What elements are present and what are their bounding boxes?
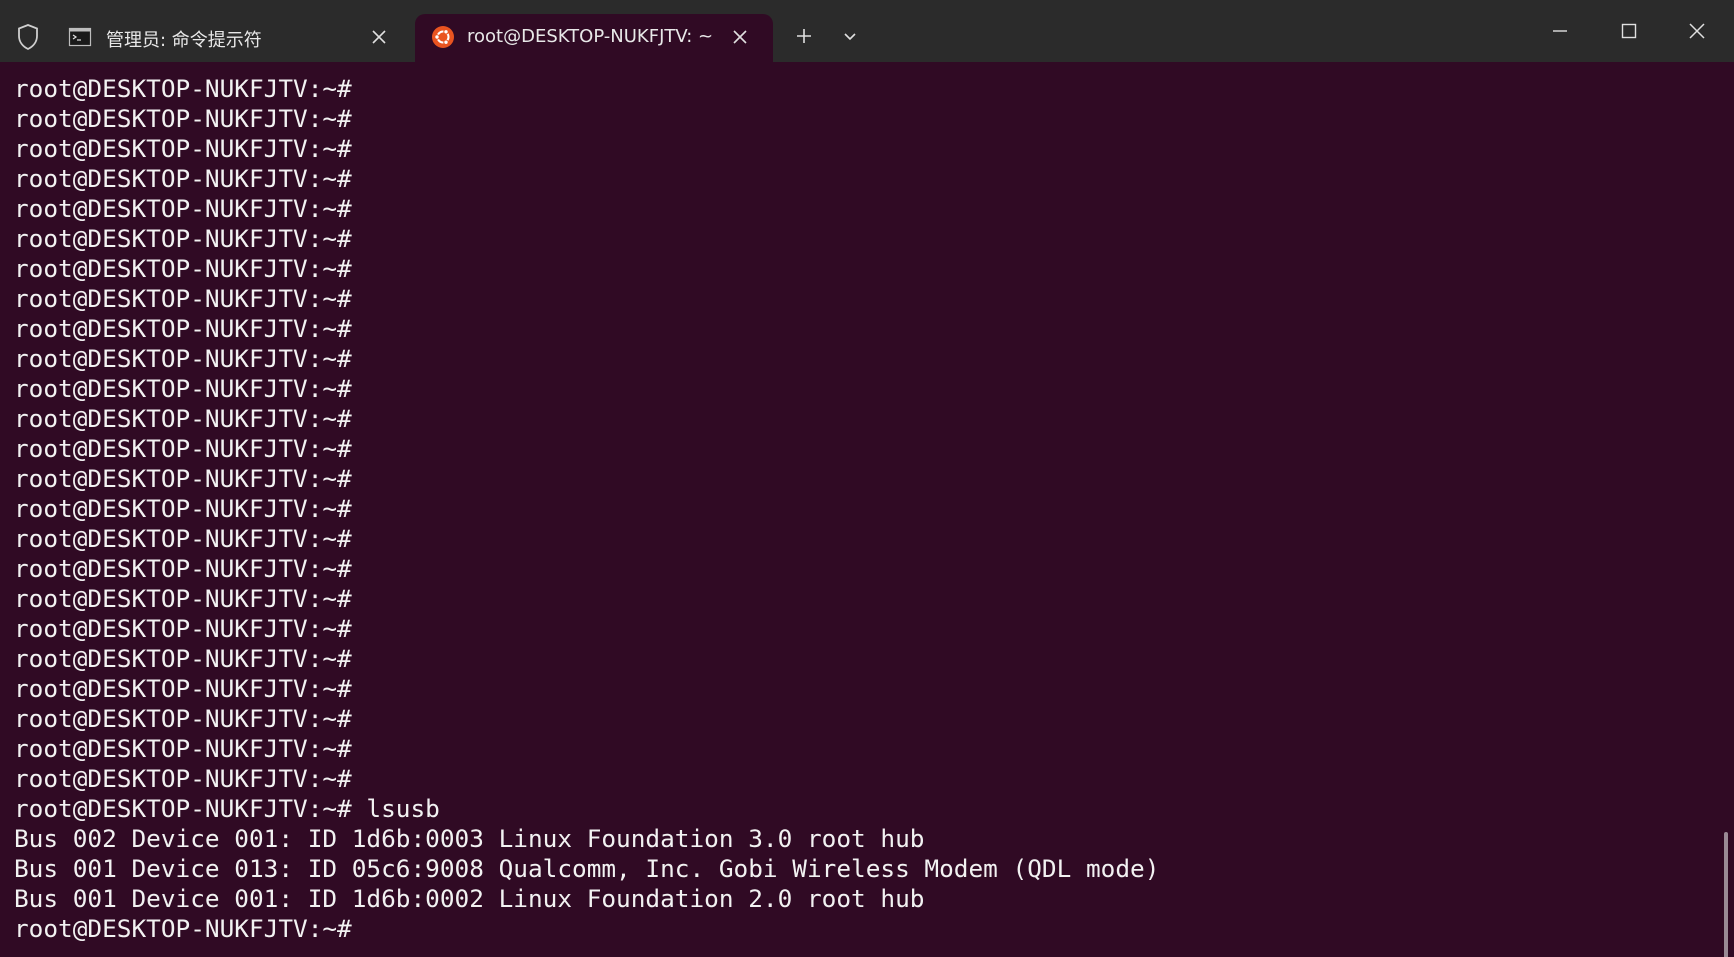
tab-ubuntu[interactable]: root@DESKTOP-NUKFJTV: ~ [415,14,773,62]
tab-command-prompt[interactable]: 管理员: 命令提示符 [52,14,412,62]
terminal-line: root@DESKTOP-NUKFJTV:~# [14,464,352,493]
terminal-line: root@DESKTOP-NUKFJTV:~# [14,614,352,643]
terminal-window: 管理员: 命令提示符 root@DESKTOP-NUKFJTV: ~ root@… [0,0,1734,957]
terminal-line: root@DESKTOP-NUKFJTV:~# lsusb [14,794,440,823]
terminal-line: root@DESKTOP-NUKFJTV:~# [14,194,352,223]
terminal-line: root@DESKTOP-NUKFJTV:~# [14,254,352,283]
terminal-line: root@DESKTOP-NUKFJTV:~# [14,764,352,793]
terminal-line: root@DESKTOP-NUKFJTV:~# [14,524,352,553]
terminal-line: root@DESKTOP-NUKFJTV:~# [14,314,352,343]
terminal-line: Bus 001 Device 013: ID 05c6:9008 Qualcom… [14,854,1160,883]
scrollbar-thumb[interactable] [1724,832,1728,957]
cmd-icon [68,25,92,49]
terminal-line: root@DESKTOP-NUKFJTV:~# [14,224,352,253]
terminal-line: root@DESKTOP-NUKFJTV:~# [14,404,352,433]
terminal-line: root@DESKTOP-NUKFJTV:~# [14,134,352,163]
terminal-line: root@DESKTOP-NUKFJTV:~# [14,704,352,733]
terminal-line: root@DESKTOP-NUKFJTV:~# [14,104,352,133]
minimize-button[interactable] [1526,0,1594,62]
close-window-button[interactable] [1663,0,1731,62]
tab-dropdown-button[interactable] [832,18,868,54]
maximize-button[interactable] [1595,0,1663,62]
terminal-line: root@DESKTOP-NUKFJTV:~# [14,494,352,523]
terminal-line: root@DESKTOP-NUKFJTV:~# [14,74,352,103]
tab-label: root@DESKTOP-NUKFJTV: ~ [467,26,714,47]
terminal-line: root@DESKTOP-NUKFJTV:~# [14,914,352,943]
title-bar[interactable]: 管理员: 命令提示符 root@DESKTOP-NUKFJTV: ~ [0,0,1734,62]
terminal-line: Bus 001 Device 001: ID 1d6b:0002 Linux F… [14,884,925,913]
terminal-line: root@DESKTOP-NUKFJTV:~# [14,344,352,373]
terminal-line: root@DESKTOP-NUKFJTV:~# [14,644,352,673]
ubuntu-icon [431,25,455,49]
terminal-line: root@DESKTOP-NUKFJTV:~# [14,284,352,313]
terminal-line: root@DESKTOP-NUKFJTV:~# [14,734,352,763]
terminal-line: root@DESKTOP-NUKFJTV:~# [14,434,352,463]
terminal-line: Bus 002 Device 001: ID 1d6b:0003 Linux F… [14,824,925,853]
terminal-line: root@DESKTOP-NUKFJTV:~# [14,374,352,403]
terminal-line: root@DESKTOP-NUKFJTV:~# [14,164,352,193]
terminal-line: root@DESKTOP-NUKFJTV:~# [14,584,352,613]
terminal-line: root@DESKTOP-NUKFJTV:~# [14,674,352,703]
shield-icon [16,23,40,51]
close-tab-icon[interactable] [370,28,388,46]
terminal-line: root@DESKTOP-NUKFJTV:~# [14,554,352,583]
terminal-output[interactable]: root@DESKTOP-NUKFJTV:~# root@DESKTOP-NUKF… [0,62,1734,957]
tab-label: 管理员: 命令提示符 [106,30,262,51]
new-tab-button[interactable] [786,18,822,54]
close-tab-icon[interactable] [731,28,749,46]
terminal-lines: root@DESKTOP-NUKFJTV:~# root@DESKTOP-NUKF… [14,74,1159,944]
